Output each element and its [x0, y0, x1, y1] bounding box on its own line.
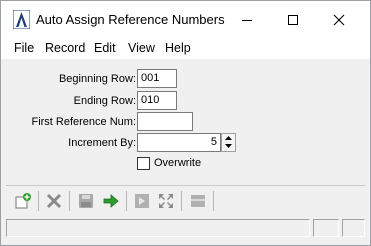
- minimize-icon: [242, 19, 252, 21]
- list-button[interactable]: [187, 190, 209, 212]
- go-arrow-icon: [103, 194, 119, 208]
- increment-label: Increment By:: [68, 137, 136, 149]
- status-pane-small: [313, 219, 339, 237]
- expand-button[interactable]: [155, 190, 177, 212]
- list-icon: [191, 195, 205, 207]
- first-reference-label: First Reference Num:: [31, 116, 136, 128]
- ending-row-label: Ending Row:: [73, 95, 136, 107]
- overwrite-label: Overwrite: [154, 157, 202, 169]
- stepper-down-icon[interactable]: [222, 142, 235, 150]
- status-pane-corner: [342, 219, 365, 237]
- first-record-button[interactable]: [131, 190, 153, 212]
- title-bar[interactable]: Auto Assign Reference Numbers: [1, 1, 370, 38]
- status-bar: [6, 217, 365, 238]
- menu-edit[interactable]: Edit: [94, 41, 116, 55]
- app-logo-icon: [13, 10, 30, 29]
- toolbar-separator: [213, 191, 214, 211]
- expand-icon: [159, 194, 173, 208]
- window-title: Auto Assign Reference Numbers: [36, 12, 225, 27]
- menu-record[interactable]: Record: [45, 41, 85, 55]
- menu-view[interactable]: View: [128, 41, 155, 55]
- toolbar-separator: [69, 191, 70, 211]
- new-record-icon: [15, 193, 31, 209]
- app-window: Auto Assign Reference Numbers File Recor…: [0, 0, 371, 246]
- close-icon: [333, 14, 345, 25]
- close-button[interactable]: [316, 1, 362, 38]
- go-button[interactable]: [100, 190, 122, 212]
- menu-help[interactable]: Help: [165, 41, 191, 55]
- new-record-button[interactable]: [12, 190, 34, 212]
- delete-button[interactable]: [43, 190, 65, 212]
- increment-stepper[interactable]: [221, 133, 236, 152]
- form-divider: [6, 185, 365, 186]
- toolbar-separator: [126, 191, 127, 211]
- beginning-row-input[interactable]: 001: [137, 69, 177, 88]
- toolbar: [6, 188, 365, 215]
- menu-file[interactable]: File: [14, 41, 34, 55]
- stepper-up-icon[interactable]: [222, 134, 235, 142]
- minimize-button[interactable]: [224, 1, 270, 38]
- ending-row-input[interactable]: 010: [137, 91, 177, 110]
- first-record-icon: [135, 194, 149, 208]
- overwrite-checkbox[interactable]: [137, 157, 150, 170]
- menu-bar: File Record Edit View Help: [1, 38, 370, 59]
- toolbar-separator: [181, 191, 182, 211]
- beginning-row-label: Beginning Row:: [58, 73, 136, 85]
- delete-icon: [46, 193, 62, 209]
- status-pane-main: [6, 219, 310, 237]
- maximize-button[interactable]: [270, 1, 316, 38]
- toolbar-separator: [38, 191, 39, 211]
- save-icon: [79, 194, 93, 208]
- increment-input[interactable]: 5: [137, 133, 221, 152]
- form-panel: Beginning Row: 001 Ending Row: 010 First…: [6, 59, 365, 182]
- save-button[interactable]: [75, 190, 97, 212]
- maximize-icon: [288, 14, 298, 25]
- first-reference-input[interactable]: [137, 112, 193, 131]
